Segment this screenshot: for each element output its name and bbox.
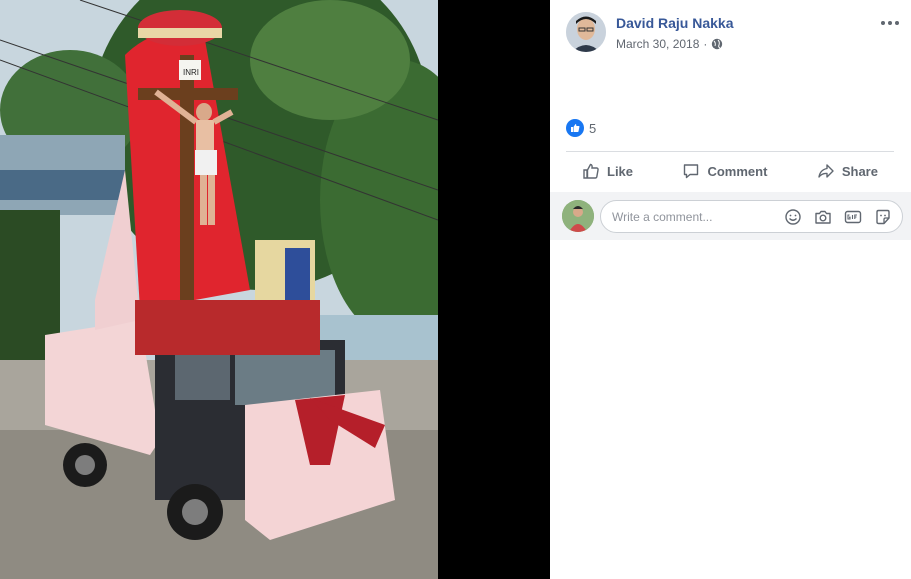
cross-sign-text: INRI: [183, 68, 199, 77]
emoji-icon[interactable]: [784, 208, 802, 226]
share-button[interactable]: Share: [801, 154, 894, 188]
share-label: Share: [841, 163, 878, 179]
post-date[interactable]: March 30, 2018: [616, 37, 699, 51]
sticker-icon[interactable]: [874, 208, 892, 226]
comment-button[interactable]: Comment: [666, 154, 783, 188]
comment-input[interactable]: [612, 201, 782, 232]
more-options-icon[interactable]: [878, 14, 902, 32]
globe-icon[interactable]: [711, 38, 723, 50]
author-name[interactable]: David Raju Nakka: [616, 15, 734, 31]
comment-composer: [550, 192, 911, 240]
like-label: Like: [607, 163, 634, 179]
camera-icon[interactable]: [814, 208, 832, 226]
photo-viewer: INRI David Raju Nakka March 30, 2018 · 5…: [0, 0, 911, 579]
post-header: David Raju Nakka March 30, 2018 ·: [566, 12, 902, 56]
thumbs-up-icon: [583, 163, 599, 179]
comment-bubble-icon: [684, 164, 699, 179]
share-arrow-icon: [818, 164, 834, 178]
reaction-summary[interactable]: 5: [566, 119, 596, 137]
author-avatar[interactable]: [566, 12, 606, 52]
post-meta: March 30, 2018 ·: [616, 37, 723, 51]
composer-icons: [784, 208, 892, 226]
like-reaction-icon: [566, 119, 584, 137]
reaction-count: 5: [589, 120, 597, 136]
photo-pane: INRI: [0, 0, 550, 579]
photo-scene: INRI: [0, 0, 438, 579]
comment-label: Comment: [707, 163, 768, 179]
gif-icon[interactable]: [844, 208, 862, 226]
like-button[interactable]: Like: [566, 154, 649, 188]
action-bar: Like Comment Share: [566, 152, 894, 190]
post-photo[interactable]: INRI: [0, 0, 438, 579]
post-sidebar: David Raju Nakka March 30, 2018 · 5 Like: [550, 0, 911, 579]
comment-input-wrapper: [600, 200, 903, 233]
viewer-avatar[interactable]: [562, 200, 594, 232]
